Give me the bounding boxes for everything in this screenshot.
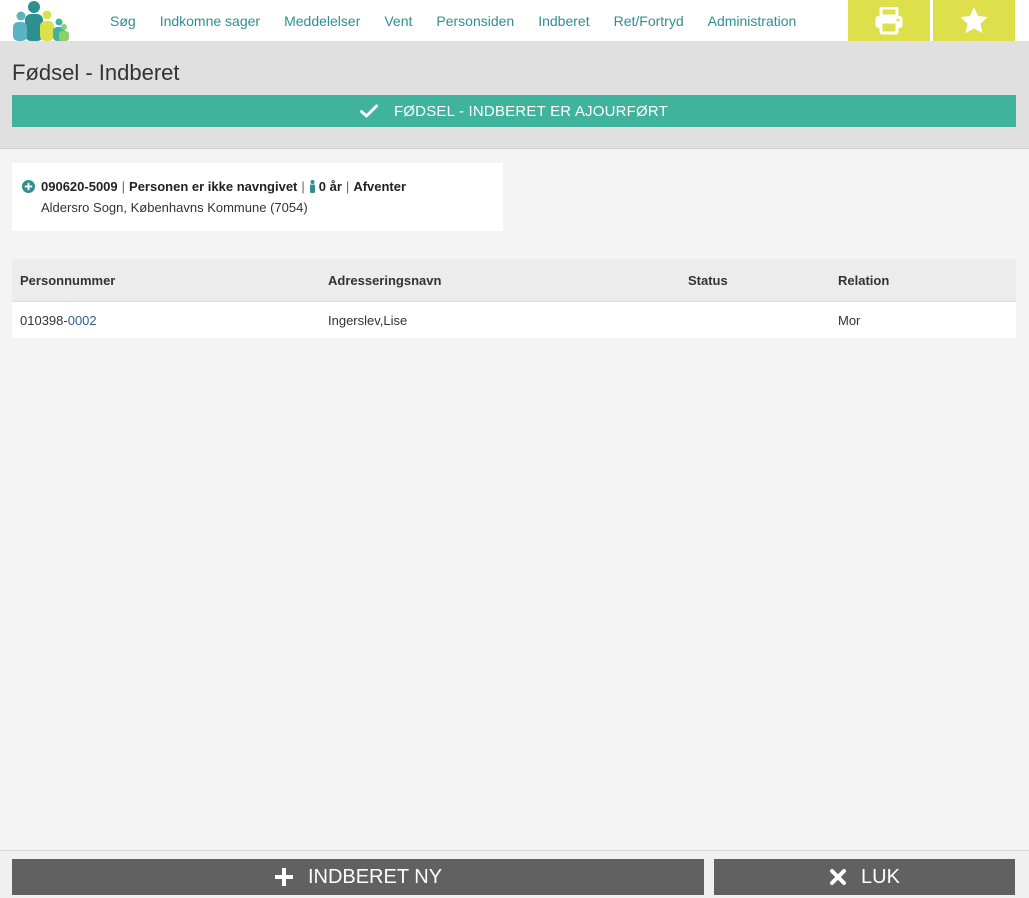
separator: | (301, 179, 305, 194)
plus-circle-icon[interactable] (22, 180, 35, 193)
main-nav: Søg Indkomne sager Meddelelser Vent Pers… (98, 0, 808, 41)
favorite-button[interactable] (933, 0, 1015, 41)
checkmark-icon (359, 104, 378, 118)
page-header: Fødsel - Indberet FØDSEL - INDBERET ER A… (0, 41, 1029, 149)
indberet-ny-label: INDBERET NY (307, 865, 443, 888)
close-icon (830, 869, 847, 885)
person-cpr: 090620-5009 (41, 179, 118, 194)
relations-table: Personnummer Adresseringsnavn Status Rel… (12, 259, 1016, 338)
separator: | (345, 179, 350, 194)
cell-relation: Mor (838, 312, 861, 328)
indberet-ny-button[interactable]: INDBERET NY (12, 859, 704, 895)
page-title: Fødsel - Indberet (12, 60, 180, 85)
column-header-relation[interactable]: Relation (838, 259, 889, 301)
nav-item-administration[interactable]: Administration (696, 13, 809, 29)
nav-item-personsiden[interactable]: Personsiden (424, 13, 526, 29)
cell-personnummer: 010398- 0002 (20, 302, 97, 338)
close-button[interactable]: LUK (714, 859, 1015, 895)
nav-item-meddelelser[interactable]: Meddelelser (272, 13, 372, 29)
close-label: LUK (861, 865, 900, 888)
table-header-row: Personnummer Adresseringsnavn Status Rel… (12, 259, 1016, 302)
cpr-prefix: 010398- (20, 312, 68, 328)
success-banner-text: FØDSEL - INDBERET ER AJOURFØRT (393, 102, 669, 120)
table-row[interactable]: 010398- 0002 Ingerslev,Lise Mor (12, 302, 1016, 338)
nav-item-indberet[interactable]: Indberet (526, 13, 601, 29)
person-name-status: Personen er ikke navngivet (129, 179, 298, 194)
separator: | (121, 179, 126, 194)
column-header-status[interactable]: Status (688, 259, 728, 301)
person-icon (309, 180, 315, 193)
app-logo[interactable] (11, 0, 69, 41)
footer-action-bar: INDBERET NY LUK (0, 850, 1029, 898)
print-button[interactable] (848, 0, 930, 41)
person-address: Aldersro Sogn, Københavns Kommune (7054) (41, 200, 308, 215)
star-icon (960, 6, 988, 33)
nav-item-sog[interactable]: Søg (98, 13, 148, 29)
column-header-personnummer[interactable]: Personnummer (20, 259, 115, 301)
person-state: Afventer (353, 179, 407, 194)
column-header-adresseringsnavn[interactable]: Adresseringsnavn (328, 259, 441, 301)
printer-icon (875, 6, 903, 34)
nav-item-indkomne-sager[interactable]: Indkomne sager (148, 13, 272, 29)
person-age: 0 år (318, 179, 342, 194)
person-summary-line: 090620-5009 | Personen er ikke navngivet… (22, 179, 406, 194)
cell-adresseringsnavn: Ingerslev,Lise (328, 312, 408, 328)
success-banner: FØDSEL - INDBERET ER AJOURFØRT (12, 95, 1016, 127)
plus-icon (274, 868, 293, 886)
person-summary-card: 090620-5009 | Personen er ikke navngivet… (12, 163, 503, 231)
nav-item-vent[interactable]: Vent (372, 13, 424, 29)
nav-item-ret-fortryd[interactable]: Ret/Fortryd (602, 13, 696, 29)
cpr-link[interactable]: 0002 (68, 313, 97, 328)
top-navigation-bar: Søg Indkomne sager Meddelelser Vent Pers… (0, 0, 1029, 41)
